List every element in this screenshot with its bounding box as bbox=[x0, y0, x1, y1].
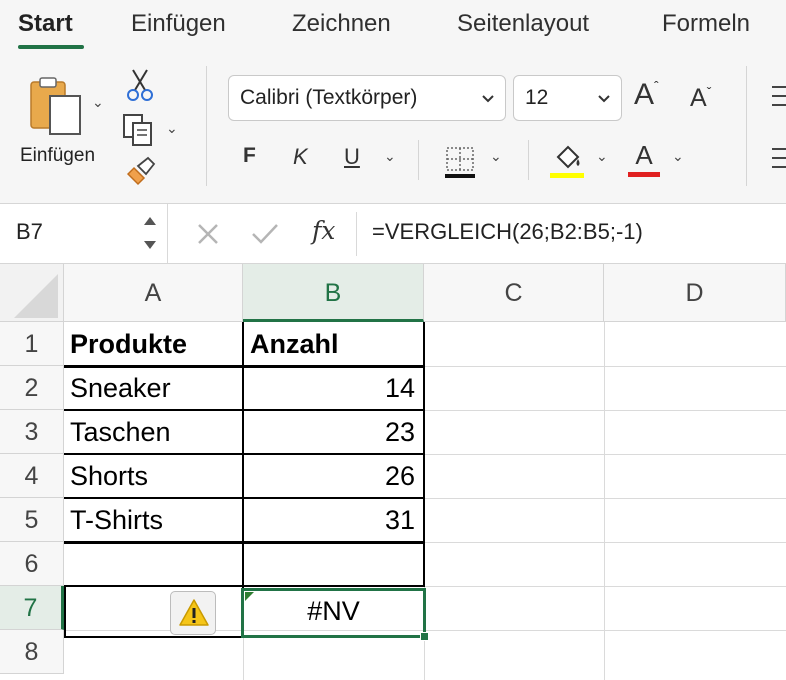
row-header-5[interactable]: 5 bbox=[0, 498, 64, 542]
cell-a4[interactable]: Shorts bbox=[64, 454, 242, 498]
cell-border bbox=[64, 636, 244, 638]
font-color-swatch bbox=[628, 172, 660, 177]
fill-color-icon[interactable] bbox=[550, 143, 584, 179]
function-fx-button[interactable]: fx bbox=[312, 216, 335, 245]
font-name-value: Calibri (Textkörper) bbox=[240, 86, 418, 109]
copy-chevron-icon[interactable]: ⌄ bbox=[166, 120, 178, 137]
tab-start[interactable]: Start bbox=[18, 10, 73, 38]
paste-label: Einfügen bbox=[20, 145, 96, 166]
font-color-button[interactable]: A bbox=[628, 140, 660, 180]
active-cell-selection bbox=[241, 588, 426, 638]
tab-formeln[interactable]: Formeln bbox=[662, 10, 750, 38]
tab-seitenlayout[interactable]: Seitenlayout bbox=[457, 10, 589, 38]
cell-b1[interactable]: Anzahl bbox=[244, 322, 423, 366]
grow-font-label: A bbox=[634, 78, 655, 111]
row-header-2[interactable]: 2 bbox=[0, 366, 64, 410]
cut-scissors-icon[interactable] bbox=[127, 68, 153, 102]
chevron-down-icon bbox=[481, 88, 495, 112]
cancel-icon[interactable] bbox=[196, 222, 220, 246]
separator bbox=[356, 212, 357, 256]
row-header-1[interactable]: 1 bbox=[0, 322, 64, 366]
formula-input[interactable]: =VERGLEICH(26;B2:B5;-1) bbox=[372, 219, 643, 245]
caret-down-icon: ˇ bbox=[706, 84, 712, 100]
group-separator bbox=[746, 66, 747, 186]
cell-a1[interactable]: Produkte bbox=[64, 322, 242, 366]
row-header-7[interactable]: 7 bbox=[0, 586, 64, 630]
tab-zeichnen[interactable]: Zeichnen bbox=[292, 10, 391, 38]
name-box-stepper-icon[interactable] bbox=[142, 213, 158, 253]
clipboard-icon bbox=[30, 77, 81, 135]
cell-a5[interactable]: T-Shirts bbox=[64, 498, 242, 542]
cell-a2[interactable]: Sneaker bbox=[64, 366, 242, 410]
italic-button[interactable]: K bbox=[293, 144, 308, 170]
borders-chevron-icon[interactable]: ⌄ bbox=[490, 148, 502, 165]
align-icon[interactable] bbox=[772, 146, 786, 172]
select-all-triangle-icon bbox=[14, 274, 58, 318]
warning-icon bbox=[179, 599, 209, 626]
error-options-button[interactable] bbox=[170, 591, 216, 635]
underline-chevron-icon[interactable]: ⌄ bbox=[384, 148, 396, 165]
cell-border bbox=[64, 586, 66, 638]
cell-border bbox=[64, 585, 425, 587]
chevron-down-icon bbox=[597, 88, 611, 112]
shrink-font-button[interactable]: Aˇ bbox=[690, 84, 711, 113]
borders-icon[interactable] bbox=[444, 145, 476, 179]
name-box-value: B7 bbox=[16, 219, 43, 244]
spreadsheet-grid: A B C D 1 2 3 4 5 6 7 8 Produkte Anzahl … bbox=[0, 264, 786, 680]
row-header-6[interactable]: 6 bbox=[0, 542, 64, 586]
cell-a3[interactable]: Taschen bbox=[64, 410, 242, 454]
column-header-a[interactable]: A bbox=[64, 264, 243, 322]
group-separator bbox=[206, 66, 207, 186]
row-header-3[interactable]: 3 bbox=[0, 410, 64, 454]
tab-einfuegen[interactable]: Einfügen bbox=[131, 10, 226, 38]
copy-icon[interactable] bbox=[122, 113, 156, 147]
format-painter-icon[interactable] bbox=[124, 156, 156, 188]
cell-b5[interactable]: 31 bbox=[244, 498, 423, 542]
row-header-4[interactable]: 4 bbox=[0, 454, 64, 498]
cell-b2[interactable]: 14 bbox=[244, 366, 423, 410]
column-header-b[interactable]: B bbox=[243, 264, 424, 322]
select-all-corner[interactable] bbox=[0, 264, 64, 322]
font-size-dropdown[interactable]: 12 bbox=[513, 75, 622, 121]
underline-button[interactable]: U bbox=[344, 144, 360, 170]
cell-b4[interactable]: 26 bbox=[244, 454, 423, 498]
confirm-check-icon[interactable] bbox=[250, 222, 280, 246]
ribbon: Start Einfügen Zeichnen Seitenlayout For… bbox=[0, 0, 786, 204]
fill-color-chevron-icon[interactable]: ⌄ bbox=[596, 148, 608, 165]
row-header-8[interactable]: 8 bbox=[0, 630, 64, 674]
fill-handle[interactable] bbox=[420, 632, 429, 641]
cell-b3[interactable]: 23 bbox=[244, 410, 423, 454]
active-tab-indicator bbox=[18, 45, 84, 49]
font-color-label: A bbox=[635, 140, 653, 170]
gridline bbox=[604, 322, 605, 680]
font-name-dropdown[interactable]: Calibri (Textkörper) bbox=[228, 75, 506, 121]
paste-chevron-icon: ⌄ bbox=[92, 94, 104, 110]
column-header-d[interactable]: D bbox=[604, 264, 786, 322]
bold-button[interactable]: F bbox=[243, 144, 256, 168]
align-icon[interactable] bbox=[772, 84, 786, 110]
grow-font-button[interactable]: Aˆ bbox=[634, 78, 659, 112]
caret-up-icon: ˆ bbox=[654, 78, 659, 94]
separator bbox=[528, 140, 529, 180]
font-color-chevron-icon[interactable]: ⌄ bbox=[672, 148, 684, 165]
column-header-c[interactable]: C bbox=[424, 264, 604, 322]
separator bbox=[418, 140, 419, 180]
font-size-value: 12 bbox=[525, 86, 549, 109]
error-indicator-icon bbox=[245, 592, 254, 601]
formula-bar: B7 fx =VERGLEICH(26;B2:B5;-1) bbox=[0, 204, 786, 264]
shrink-font-label: A bbox=[690, 84, 707, 112]
name-box[interactable]: B7 bbox=[0, 204, 168, 263]
